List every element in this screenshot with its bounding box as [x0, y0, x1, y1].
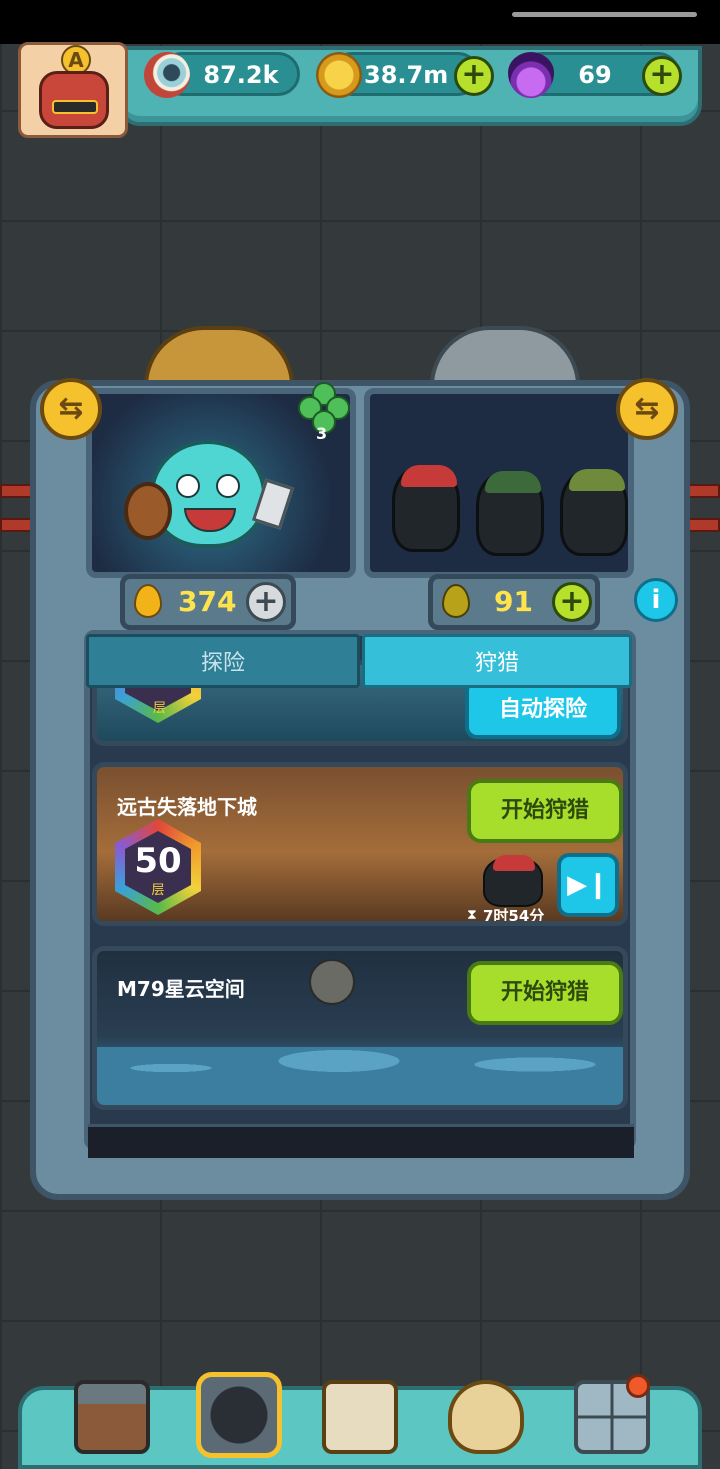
enemy-monster[interactable] [476, 471, 544, 556]
player-avatar[interactable]: A [18, 42, 128, 138]
dungeon-title: 远古失落地下城 [117, 795, 257, 819]
dungeon-title: M79星云空间 [117, 977, 245, 1001]
start-hunt-button[interactable]: 开始狩猎 [467, 961, 623, 1025]
olive-drop-icon [442, 584, 470, 618]
hero-energy-value: 374 [178, 585, 237, 618]
eyeball-icon [144, 52, 190, 98]
info-button[interactable]: i [634, 578, 678, 622]
add-gold-button[interactable]: + [454, 56, 494, 96]
gold-drop-icon [134, 584, 162, 618]
enemy-energy-value: 91 [494, 585, 533, 618]
gold-value: 38.7m [364, 61, 449, 89]
skip-button[interactable]: ▶❙ [557, 853, 619, 917]
machine-base [88, 1124, 634, 1158]
potion-value: 69 [578, 61, 612, 89]
hunter-monster-icon [483, 855, 543, 907]
notification-dot [626, 1374, 650, 1398]
eyeball-value: 87.2k [203, 61, 279, 89]
enemy-monster[interactable] [560, 469, 628, 556]
floor-suffix: 层 [153, 701, 167, 716]
rank-letter: A [68, 48, 84, 72]
dungeon-card[interactable]: M79星云空间 开始狩猎 [92, 946, 628, 1110]
shield-icon [124, 482, 172, 540]
add-enemy-energy-button[interactable]: + [552, 582, 592, 622]
add-potion-button[interactable]: + [642, 56, 682, 96]
shop-building-icon[interactable] [74, 1380, 150, 1454]
tab-explore[interactable]: 探险 [86, 634, 360, 688]
hills [97, 1047, 623, 1105]
gold-coin-icon [316, 52, 362, 98]
swap-hero-button[interactable]: ⇆ [40, 378, 102, 440]
floor-suffix: 层 [151, 883, 165, 898]
moon-icon [309, 959, 355, 1005]
coin-bag-icon[interactable] [448, 1380, 524, 1454]
status-bar [0, 0, 720, 44]
hunt-timer: 7时54分 [483, 907, 545, 925]
floor-number: 50 [134, 841, 182, 881]
hourglass-icon: ⧗ [467, 907, 477, 923]
tab-hunt[interactable]: 狩猎 [362, 634, 632, 688]
book-icon[interactable] [322, 1380, 398, 1454]
enemy-monster[interactable] [392, 465, 460, 552]
monster-hero-icon[interactable] [196, 1372, 282, 1458]
swap-enemy-button[interactable]: ⇆ [616, 378, 678, 440]
add-hero-energy-button[interactable]: + [246, 582, 286, 622]
clover-count: 3 [316, 424, 328, 443]
home-indicator [512, 12, 697, 17]
start-hunt-button[interactable]: 开始狩猎 [467, 779, 623, 843]
monster-face-icon [39, 71, 109, 129]
dungeon-card[interactable]: 远古失落地下城 50 层 开始狩猎 ▶❙ ⧗ 7时54分 [92, 762, 628, 926]
